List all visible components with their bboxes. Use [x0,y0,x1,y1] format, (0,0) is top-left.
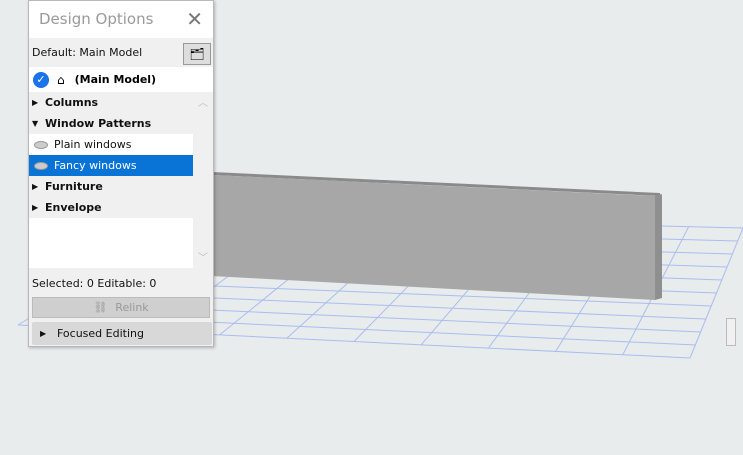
item-label: Envelope [45,201,102,214]
scroll-up-icon[interactable]: ︿ [193,94,213,109]
group-furniture[interactable]: ▶ Furniture [29,176,193,197]
option-radio-icon[interactable] [34,140,48,149]
wall-side [655,194,662,300]
options-list: ▶ Columns ▼ Window Patterns Plain windows … [29,92,193,268]
option-fancy-windows[interactable]: Fancy windows [29,155,193,176]
item-label: Fancy windows [54,159,137,172]
main-model-label: (Main Model) [74,73,157,86]
panel-title: Design Options [39,10,154,28]
default-label: Default: Main Model [32,46,143,59]
relink-icon: ⛓ [93,301,108,314]
group-window-patterns[interactable]: ▼ Window Patterns [29,113,193,134]
item-label: Columns [45,96,99,109]
item-label: Window Patterns [45,117,152,130]
title-bar: Design Options ✕ [29,1,213,38]
wall-front [212,175,655,300]
item-label: Furniture [45,180,103,193]
item-label: Plain windows [54,138,132,151]
expand-icon[interactable]: ▶ [37,329,53,338]
close-icon[interactable]: ✕ [186,7,203,31]
list-scrollbar[interactable]: ︿ ﹀ [193,92,213,268]
design-options-icon: 🗂 [189,47,205,61]
relink-button[interactable]: ⛓ Relink [32,297,210,318]
focused-editing-label: Focused Editing [57,327,144,340]
model-icon: ⌂ [57,72,65,87]
focused-editing-section[interactable]: ▶ Focused Editing [32,322,212,345]
option-plain-windows[interactable]: Plain windows [29,134,193,155]
group-columns[interactable]: ▶ Columns [29,92,193,113]
relink-label: Relink [115,301,149,314]
option-radio-icon[interactable] [34,161,48,170]
scroll-down-icon[interactable]: ﹀ [193,249,213,264]
collapse-icon[interactable]: ▼ [29,119,45,128]
expand-icon[interactable]: ▶ [29,203,45,212]
expand-icon[interactable]: ▶ [29,98,45,107]
group-envelope[interactable]: ▶ Envelope [29,197,193,218]
main-model-row[interactable]: ✓ ⌂ (Main Model) [29,67,213,92]
viewport-resize-handle[interactable] [726,318,736,346]
design-options-panel: Design Options ✕ Default: Main Model 🗂 ✓… [28,0,214,347]
set-default-button[interactable]: 🗂 [183,43,211,65]
selection-status: Selected: 0 Editable: 0 [32,277,157,290]
expand-icon[interactable]: ▶ [29,182,45,191]
check-icon[interactable]: ✓ [33,71,49,88]
